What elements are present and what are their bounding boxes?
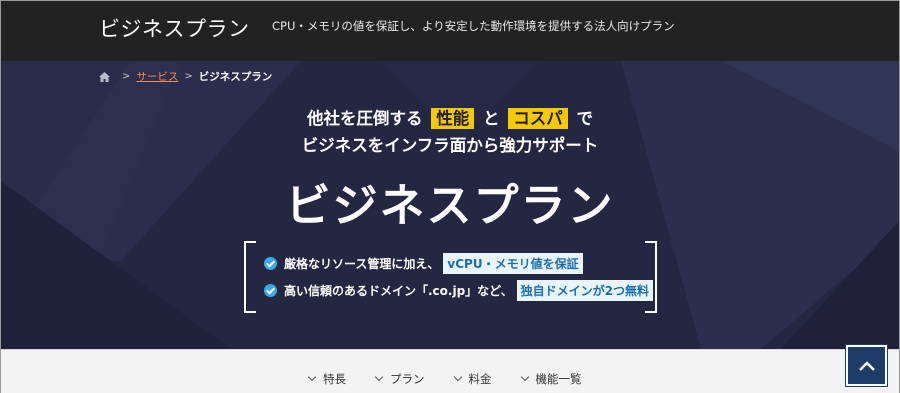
lead-text: と [483, 109, 500, 128]
feature-highlight: 独自ドメインが2つ無料 [516, 280, 653, 301]
highlight-performance: 性能 [431, 108, 475, 129]
breadcrumb-current: ビジネスプラン [198, 71, 273, 83]
bracket-right [645, 241, 657, 313]
feature-item: 高い信頼のあるドメイン「.co.jp」など、 独自ドメインが2つ無料 [264, 280, 653, 301]
site-tagline: CPU・メモリの値を保証し、より安定した動作環境を提供する法人向けプラン [272, 19, 675, 33]
nav-item-features[interactable]: 特長 [307, 371, 346, 387]
nav-item-function-list[interactable]: 機能一覧 [520, 371, 582, 387]
chevron-down-icon [374, 372, 384, 382]
check-circle-icon [264, 257, 277, 270]
hero-banner: > サービス > ビジネスプラン 他社を圧倒する 性能 と コスパ で ビジネス… [1, 61, 899, 349]
breadcrumb-separator-icon: > [184, 71, 193, 82]
nav-item-pricing[interactable]: 料金 [453, 371, 492, 387]
chevron-up-icon [858, 360, 875, 371]
page-section-nav: 特長 プラン 料金 機能一覧 [1, 349, 899, 393]
site-title[interactable]: ビジネスプラン [99, 13, 250, 43]
chevron-down-icon [453, 372, 462, 382]
home-icon[interactable] [99, 71, 110, 82]
hero-title: ビジネスプラン [285, 179, 615, 232]
feature-box: 厳格なリソース管理に加え、 vCPU・メモリ値を保証 高い信頼のあるドメイン「.… [244, 241, 657, 313]
breadcrumb-separator-icon: > [122, 71, 131, 82]
chevron-down-icon [520, 372, 529, 382]
lead-text: で [576, 109, 594, 128]
lead-text: 他社を圧倒する [307, 109, 423, 128]
breadcrumb: > サービス > ビジネスプラン [99, 69, 272, 84]
chevron-down-icon [307, 372, 317, 382]
check-circle-icon [264, 284, 277, 297]
bracket-left [244, 241, 256, 313]
back-to-top-button[interactable] [845, 344, 888, 387]
feature-highlight: vCPU・メモリ値を保証 [443, 253, 583, 274]
nav-item-label: 特長 [323, 372, 346, 386]
feature-text: 高い信頼のあるドメイン「.co.jp」など、 [284, 284, 513, 298]
highlight-cost-performance: コスパ [508, 108, 568, 129]
hero-lead-line-2: ビジネスをインフラ面から強力サポート [301, 136, 599, 155]
feature-item: 厳格なリソース管理に加え、 vCPU・メモリ値を保証 [264, 253, 583, 274]
site-header: ビジネスプラン CPU・メモリの値を保証し、より安定した動作環境を提供する法人向… [1, 1, 899, 61]
breadcrumb-link-service[interactable]: サービス [136, 69, 178, 84]
hero-lead-line-1: 他社を圧倒する 性能 と コスパ で [1, 105, 899, 129]
nav-item-label: 機能一覧 [535, 372, 582, 386]
nav-item-label: プラン [390, 372, 425, 386]
feature-text: 厳格なリソース管理に加え、 [284, 257, 440, 271]
nav-item-label: 料金 [468, 372, 492, 386]
nav-item-plans[interactable]: プラン [374, 371, 425, 387]
